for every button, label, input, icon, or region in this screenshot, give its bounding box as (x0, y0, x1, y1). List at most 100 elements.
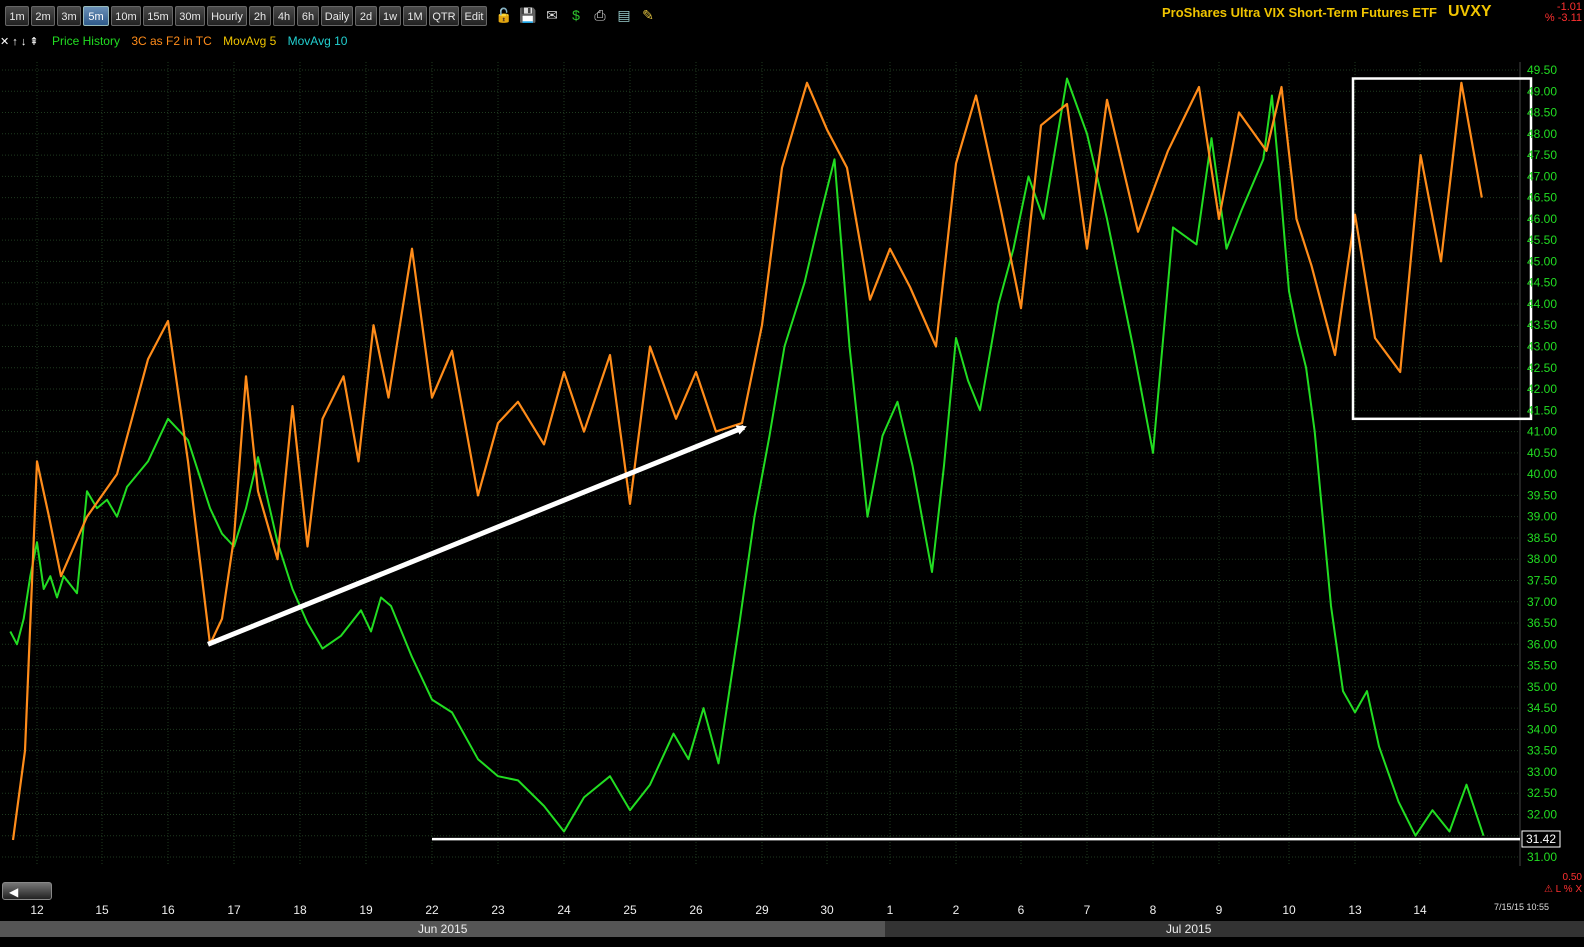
annotations-layer (207, 77, 1533, 841)
y-tick-label: 42.50 (1527, 361, 1557, 375)
dollar-icon[interactable]: $ (567, 6, 585, 24)
series-layer (9, 77, 1485, 841)
legend-price-history[interactable]: Price History (52, 34, 120, 48)
series-line-price-history (9, 77, 1485, 837)
x-tick-label: 17 (227, 903, 241, 917)
y-tick-label: 49.00 (1527, 84, 1557, 98)
save-icon[interactable]: 💾 (519, 6, 537, 24)
y-tick-label: 34.00 (1527, 722, 1557, 736)
timeframe-button-3m[interactable]: 3m (57, 6, 81, 26)
y-tick-label: 35.00 (1527, 680, 1557, 694)
timeframe-button-qtr[interactable]: QTR (429, 6, 459, 26)
timeframe-button-1w[interactable]: 1w (379, 6, 401, 26)
month-label-june: Jun 2015 (418, 922, 468, 936)
print-icon[interactable]: ⎙ (591, 6, 609, 24)
series-line-3c (11, 81, 1483, 841)
legend-3c[interactable]: 3C as F2 in TC (131, 34, 211, 48)
y-tick-label: 32.00 (1527, 807, 1557, 821)
x-tick-label: 2 (953, 903, 960, 917)
scale-value: 0.50 (1562, 872, 1582, 883)
timeframe-button-4h[interactable]: 4h (273, 6, 295, 26)
y-tick-label: 35.50 (1527, 659, 1557, 673)
trend-arrow (207, 425, 747, 647)
scale-icons[interactable]: ⚠ L % X (1524, 884, 1582, 896)
x-tick-label: 25 (623, 903, 637, 917)
scroll-left-button[interactable]: ◀ (2, 882, 52, 900)
scale-controls: 0.50 ⚠ L % X (1524, 872, 1582, 896)
y-tick-label: 45.50 (1527, 233, 1557, 247)
card-icon[interactable]: ▤ (615, 6, 633, 24)
x-tick-label: 14 (1413, 903, 1427, 917)
timeframe-button-hourly[interactable]: Hourly (207, 6, 247, 26)
y-tick-label: 43.00 (1527, 340, 1557, 354)
timeframe-button-2h[interactable]: 2h (249, 6, 271, 26)
x-tick-label: 18 (293, 903, 307, 917)
timeframe-button-2d[interactable]: 2d (355, 6, 377, 26)
x-tick-label: 8 (1150, 903, 1157, 917)
ticker-symbol[interactable]: UVXY (1448, 3, 1492, 21)
y-tick-label: 39.50 (1527, 488, 1557, 502)
y-tick-label: 47.00 (1527, 169, 1557, 183)
last-price-text: 31.42 (1526, 832, 1556, 846)
x-tick-label: 9 (1216, 903, 1223, 917)
y-tick-label: 45.00 (1527, 254, 1557, 268)
y-tick-label: 43.50 (1527, 318, 1557, 332)
y-tick-label: 42.00 (1527, 382, 1557, 396)
y-tick-label: 49.50 (1527, 63, 1557, 77)
y-tick-label: 38.50 (1527, 531, 1557, 545)
price-change: -1.01 % -3.11 (1545, 2, 1582, 24)
y-tick-label: 33.00 (1527, 765, 1557, 779)
x-tick-label: 12 (30, 903, 44, 917)
x-tick-label: 29 (755, 903, 769, 917)
y-tick-label: 34.50 (1527, 701, 1557, 715)
x-tick-label: 16 (161, 903, 175, 917)
y-axis: 49.50 49.00 48.50 48.00 47.50 47.00 46.50 46.00… (1527, 63, 1557, 864)
y-tick-label: 38.00 (1527, 552, 1557, 566)
lock-icon[interactable]: 🔓 (495, 6, 513, 24)
x-tick-label: 24 (557, 903, 571, 917)
security-title: ProShares Ultra VIX Short-Term Futures E… (1162, 5, 1437, 20)
x-tick-label: 30 (820, 903, 834, 917)
timeframe-button-30m[interactable]: 30m (175, 6, 205, 26)
x-axis: 12 15 16 17 18 19 22 23 24 25 26 29 30 1 2 6 7 8 9 10 13 14 (30, 903, 1427, 917)
timeframe-button-daily[interactable]: Daily (321, 6, 353, 26)
y-tick-label: 37.00 (1527, 595, 1557, 609)
x-tick-label: 15 (95, 903, 109, 917)
timeframe-button-1m[interactable]: 1m (5, 6, 29, 26)
y-tick-label: 40.00 (1527, 467, 1557, 481)
x-tick-label: 19 (359, 903, 373, 917)
timestamp: 7/15/15 10:55 (1494, 902, 1550, 912)
price-chart[interactable]: 49.50 49.00 48.50 48.00 47.50 47.00 46.50 46.00… (0, 0, 1584, 947)
x-tick-label: 7 (1084, 903, 1091, 917)
y-tick-label: 47.50 (1527, 148, 1557, 162)
timeframe-button-2m[interactable]: 2m (31, 6, 55, 26)
timeframe-button-5m[interactable]: 5m (83, 6, 109, 26)
legend-movavg10[interactable]: MovAvg 10 (288, 34, 348, 48)
legend-nav-glyphs[interactable]: ✕ ↑ ↓ ⇞ (0, 36, 39, 48)
y-tick-label: 32.50 (1527, 786, 1557, 800)
y-tick-label: 48.00 (1527, 127, 1557, 141)
x-tick-label: 23 (491, 903, 505, 917)
y-tick-label: 37.50 (1527, 573, 1557, 587)
timeframe-button-1m[interactable]: 1M (403, 6, 427, 26)
x-tick-label: 26 (689, 903, 703, 917)
legend-movavg5[interactable]: MovAvg 5 (223, 34, 276, 48)
y-tick-label: 48.50 (1527, 106, 1557, 120)
mail-icon[interactable]: ✉ (543, 6, 561, 24)
timeframe-button-edit[interactable]: Edit (461, 6, 487, 26)
x-tick-label: 1 (887, 903, 894, 917)
y-tick-label: 33.50 (1527, 744, 1557, 758)
y-tick-label: 41.50 (1527, 403, 1557, 417)
x-tick-label: 6 (1018, 903, 1025, 917)
y-tick-label: 40.50 (1527, 446, 1557, 460)
pencil-icon[interactable]: ✎ (639, 6, 657, 24)
timeframe-button-10m[interactable]: 10m (111, 6, 141, 26)
y-tick-label: 39.00 (1527, 510, 1557, 524)
x-tick-label: 22 (425, 903, 439, 917)
y-tick-label: 46.50 (1527, 191, 1557, 205)
y-tick-label: 44.00 (1527, 297, 1557, 311)
y-tick-label: 36.00 (1527, 637, 1557, 651)
last-price-label: 31.42 (1521, 830, 1561, 848)
timeframe-button-6h[interactable]: 6h (297, 6, 319, 26)
timeframe-button-15m[interactable]: 15m (143, 6, 173, 26)
